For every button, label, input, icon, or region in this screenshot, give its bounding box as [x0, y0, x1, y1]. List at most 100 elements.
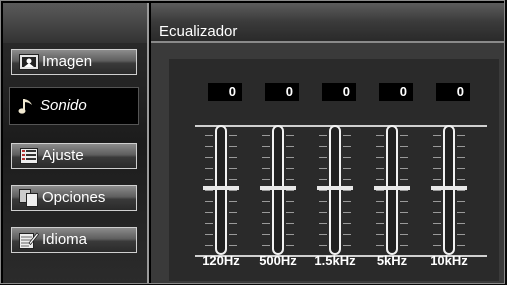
- slider-tick: [319, 245, 327, 246]
- slider-track: [215, 125, 227, 255]
- slider-tick: [343, 223, 351, 224]
- slider-tick: [343, 168, 351, 169]
- slider-tick: [205, 212, 213, 213]
- eq-band-120hz: 0 120Hz: [191, 59, 251, 281]
- slider-tick: [400, 223, 408, 224]
- slider-tick: [319, 223, 327, 224]
- eq-slider-500hz[interactable]: [260, 125, 296, 255]
- slider-tick: [205, 223, 213, 224]
- slider-tick: [457, 179, 465, 180]
- eq-slider-120hz[interactable]: [203, 125, 239, 255]
- slider-tick: [229, 135, 237, 136]
- band-frequency-label: 5kHz: [376, 253, 408, 268]
- slider-tick: [343, 179, 351, 180]
- slider-tick: [433, 179, 441, 180]
- slider-tick: [262, 179, 270, 180]
- slider-track: [386, 125, 398, 255]
- menu-item-opciones[interactable]: Opciones: [11, 185, 137, 211]
- slider-tick: [286, 168, 294, 169]
- eq-slider-5khz[interactable]: [374, 125, 410, 255]
- settings-list-icon: [18, 147, 40, 165]
- slider-tick: [205, 157, 213, 158]
- slider-tick: [286, 157, 294, 158]
- menu-item-label: Opciones: [42, 189, 106, 206]
- slider-tick: [457, 157, 465, 158]
- slider-tick: [262, 201, 270, 202]
- slider-tick: [286, 234, 294, 235]
- slider-tick: [457, 245, 465, 246]
- slider-tick: [262, 223, 270, 224]
- slider-tick: [286, 179, 294, 180]
- slider-tick: [205, 179, 213, 180]
- slider-tick: [286, 212, 294, 213]
- menu-item-label: Sonido: [40, 97, 87, 114]
- slider-tick: [400, 146, 408, 147]
- equalizer-area: 0 120Hz 0 500Hz 0 1.5kHz 0 5kHz 0 10kHz: [169, 59, 499, 281]
- slider-tick: [400, 179, 408, 180]
- slider-tick: [400, 245, 408, 246]
- menu-item-sonido[interactable]: Sonido: [9, 87, 139, 125]
- slider-tick: [262, 146, 270, 147]
- slider-tick: [205, 201, 213, 202]
- slider-tick: [376, 201, 384, 202]
- tv-menu-screen: Imagen Sonido Ajuste Opciones Idioma Ecu…: [0, 0, 505, 284]
- slider-tick: [262, 157, 270, 158]
- slider-tick: [286, 190, 294, 191]
- slider-tick: [262, 212, 270, 213]
- sidebar-menu: Imagen Sonido Ajuste Opciones Idioma: [3, 3, 149, 283]
- slider-tick: [262, 168, 270, 169]
- slider-tick: [433, 201, 441, 202]
- slider-tick: [319, 190, 327, 191]
- slider-tick: [433, 168, 441, 169]
- slider-tick: [286, 146, 294, 147]
- eq-slider-1-5khz[interactable]: [317, 125, 353, 255]
- slider-tick: [457, 223, 465, 224]
- slider-tick: [457, 234, 465, 235]
- sidebar-header: [3, 3, 147, 43]
- slider-tick: [229, 201, 237, 202]
- slider-tick: [205, 190, 213, 191]
- copy-pages-icon: [18, 189, 40, 207]
- page-title: Ecualizador: [159, 23, 238, 40]
- slider-tick: [457, 201, 465, 202]
- band-value: 0: [379, 83, 413, 101]
- slider-tick: [319, 201, 327, 202]
- slider-tick: [376, 223, 384, 224]
- slider-tick: [433, 157, 441, 158]
- slider-tick: [433, 190, 441, 191]
- slider-tick: [457, 146, 465, 147]
- slider-tick: [376, 245, 384, 246]
- slider-tick: [229, 157, 237, 158]
- slider-tick: [205, 245, 213, 246]
- slider-tick: [343, 157, 351, 158]
- slider-tick: [376, 157, 384, 158]
- eq-band-10khz: 0 10kHz: [419, 59, 479, 281]
- menu-item-idioma[interactable]: Idioma: [11, 227, 137, 253]
- slider-tick: [433, 245, 441, 246]
- slider-tick: [205, 135, 213, 136]
- eq-slider-10khz[interactable]: [431, 125, 467, 255]
- slider-tick: [319, 179, 327, 180]
- slider-tick: [343, 212, 351, 213]
- band-value: 0: [436, 83, 470, 101]
- slider-tick: [433, 223, 441, 224]
- menu-item-label: Idioma: [42, 231, 88, 248]
- slider-tick: [376, 168, 384, 169]
- slider-tick: [433, 146, 441, 147]
- slider-tick: [319, 157, 327, 158]
- band-frequency-label: 10kHz: [430, 253, 468, 268]
- menu-item-imagen[interactable]: Imagen: [11, 49, 137, 75]
- eq-band-5khz: 0 5kHz: [362, 59, 422, 281]
- slider-tick: [343, 245, 351, 246]
- slider-tick: [400, 190, 408, 191]
- slider-tick: [376, 234, 384, 235]
- band-frequency-label: 500Hz: [259, 253, 297, 268]
- notepad-pencil-icon: [18, 231, 40, 249]
- menu-item-ajuste[interactable]: Ajuste: [11, 143, 137, 169]
- slider-tick: [205, 168, 213, 169]
- slider-tick: [376, 135, 384, 136]
- slider-tick: [286, 135, 294, 136]
- slider-tick: [400, 135, 408, 136]
- slider-tick: [229, 245, 237, 246]
- slider-tick: [262, 190, 270, 191]
